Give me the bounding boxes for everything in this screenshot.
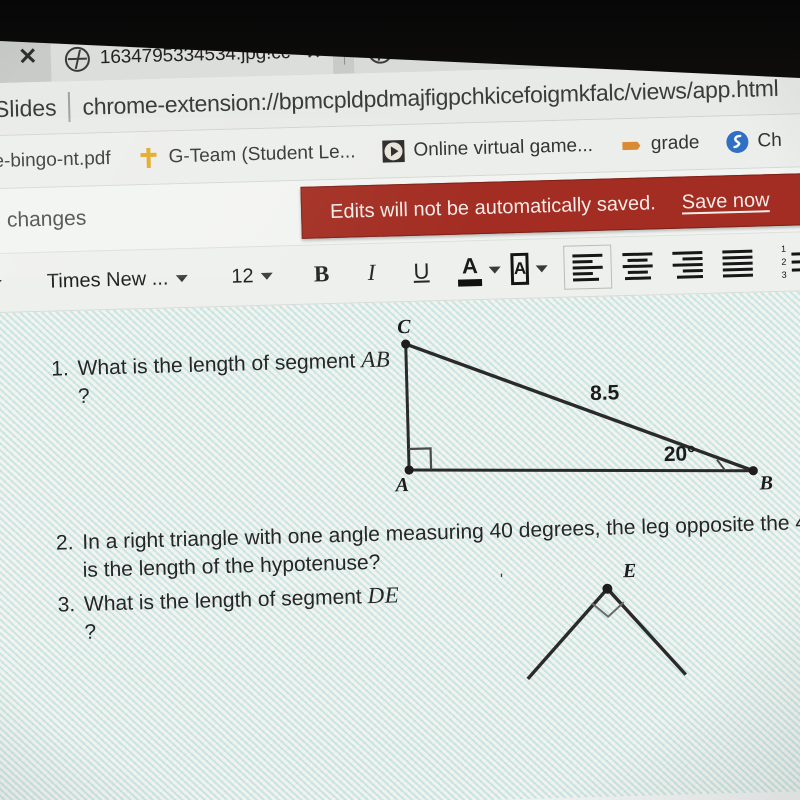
text-color-button[interactable]: A [454, 248, 505, 291]
italic-button[interactable]: I [346, 251, 397, 294]
underline-button[interactable]: U [396, 250, 447, 293]
angle-label-20-degrees: 20° [663, 442, 696, 467]
triangle-abc-svg [401, 339, 758, 476]
globe-icon [64, 46, 91, 72]
toolbar-divider [292, 256, 294, 295]
bold-button[interactable]: B [296, 253, 347, 296]
toolbar-divider [449, 251, 452, 290]
browser-tab-2[interactable]: 1634795331735.jpg!cc ✕ [353, 21, 638, 74]
globe-icon [367, 37, 394, 64]
bookmark-label: Online virtual game... [413, 134, 594, 161]
browser-tab-2-close-icon[interactable]: ✕ [603, 34, 625, 56]
bookmark-item-0[interactable]: ble-bingo-nt.pdf [0, 139, 124, 183]
bookmark-label: ble-bingo-nt.pdf [0, 147, 111, 173]
bookmark-label: grade [650, 132, 700, 155]
chevron-down-icon [175, 274, 188, 282]
browser-tab-clever-title: Clever | I [699, 28, 775, 53]
align-right-button[interactable] [662, 243, 713, 286]
bookmark-item-4[interactable]: Ch [712, 120, 795, 162]
browser-tab-1-title: 1634795334534.jpg!cc [99, 42, 291, 69]
save-status-text: ved changes [0, 206, 87, 233]
chevron-down-icon [260, 272, 273, 280]
vertex-label-b: B [759, 472, 774, 495]
address-bar-divider [68, 92, 71, 123]
figure-triangle-de: ' E [495, 555, 758, 682]
side-length-label-8-5: 8.5 [589, 381, 620, 406]
browser-tab-clever[interactable]: C Clever | I [657, 18, 783, 65]
vertex-label-a: A [395, 474, 410, 497]
font-size-dropdown[interactable]: 12 [207, 252, 289, 300]
numbered-list-button[interactable]: 123 [770, 240, 800, 283]
align-left-button[interactable] [562, 244, 613, 290]
bookmark-arrow-icon [621, 141, 640, 151]
window-close-button[interactable]: ✕ [4, 33, 51, 80]
tab-divider [343, 38, 346, 65]
save-now-button[interactable]: Save now [681, 189, 769, 214]
swirl-globe-icon [726, 131, 749, 154]
browser-tab-1-close-icon[interactable]: ✕ [300, 42, 322, 64]
align-justify-button[interactable] [712, 241, 763, 284]
text-color-swatch [458, 278, 483, 287]
browser-tab-2-title: 1634795331735.jpg!cc [402, 33, 594, 61]
question-3-math: DE [367, 581, 400, 608]
bookmark-item-2[interactable]: Online virtual game... [368, 126, 607, 172]
text-color-letter: A [461, 252, 479, 279]
question-3-number: 3. [57, 592, 76, 617]
toolbar-divider [557, 248, 559, 287]
question-1-text: What is the length of segment [77, 349, 356, 380]
bookmark-label: Ch [757, 129, 783, 152]
numbered-list-icon: 123 [778, 243, 800, 279]
align-center-icon [618, 248, 657, 283]
align-justify-icon [718, 246, 757, 281]
zoom-dropdown[interactable] [0, 262, 17, 305]
browser-window: ✕ 1634795334534.jpg!cc ✕ 1634795331735.j… [0, 3, 800, 800]
question-2-number: 2. [55, 531, 74, 555]
play-video-icon [382, 140, 405, 163]
address-bar-prefix-text: & Slides [0, 93, 57, 122]
stray-tick-mark: ' [499, 571, 504, 589]
vertex-label-e: E [622, 559, 637, 583]
vertex-label-c: C [396, 315, 411, 339]
bookmark-label: G-Team (Student Le... [168, 141, 356, 168]
highlight-icon: A [510, 252, 530, 286]
unsaved-changes-banner: Edits will not be automatically saved. S… [300, 172, 800, 239]
browser-tab-1[interactable]: 1634795334534.jpg!cc ✕ [50, 29, 334, 82]
clever-icon: C [665, 29, 691, 56]
bookmark-item-3[interactable]: grade [605, 123, 713, 166]
chevron-down-icon [536, 264, 549, 273]
cross-icon [140, 147, 157, 168]
question-1-number: 1. [50, 357, 70, 381]
align-right-icon [668, 247, 707, 282]
figure-right-triangle-abc: C A B 8.5 20° [383, 312, 778, 507]
font-size-value: 12 [231, 264, 254, 288]
chevron-down-icon [0, 279, 2, 287]
text-color-icon: A [458, 252, 483, 287]
font-family-dropdown[interactable]: Times New ... [24, 255, 200, 306]
banner-message: Edits will not be automatically saved. [329, 191, 656, 223]
tab-divider [647, 30, 649, 57]
toolbar-divider [765, 243, 767, 282]
question-3-text: What is the length of segment [83, 584, 363, 616]
document-canvas[interactable]: 1. What is the length of segment AB ? C [0, 289, 800, 800]
address-bar-url[interactable]: chrome-extension://bpmcpldpdmajfigpchkic… [82, 74, 779, 120]
font-family-value: Times New ... [46, 266, 169, 293]
highlight-color-button[interactable]: A [504, 247, 555, 290]
align-left-icon [562, 244, 613, 290]
align-center-button[interactable] [612, 244, 663, 287]
phone-photo-of-screen: ✕ 1634795334534.jpg!cc ✕ 1634795331735.j… [0, 0, 800, 800]
toolbar-divider [20, 263, 22, 302]
bookmark-item-1[interactable]: G-Team (Student Le... [123, 132, 369, 179]
toolbar-divider [202, 258, 204, 297]
chevron-down-icon [488, 265, 502, 274]
